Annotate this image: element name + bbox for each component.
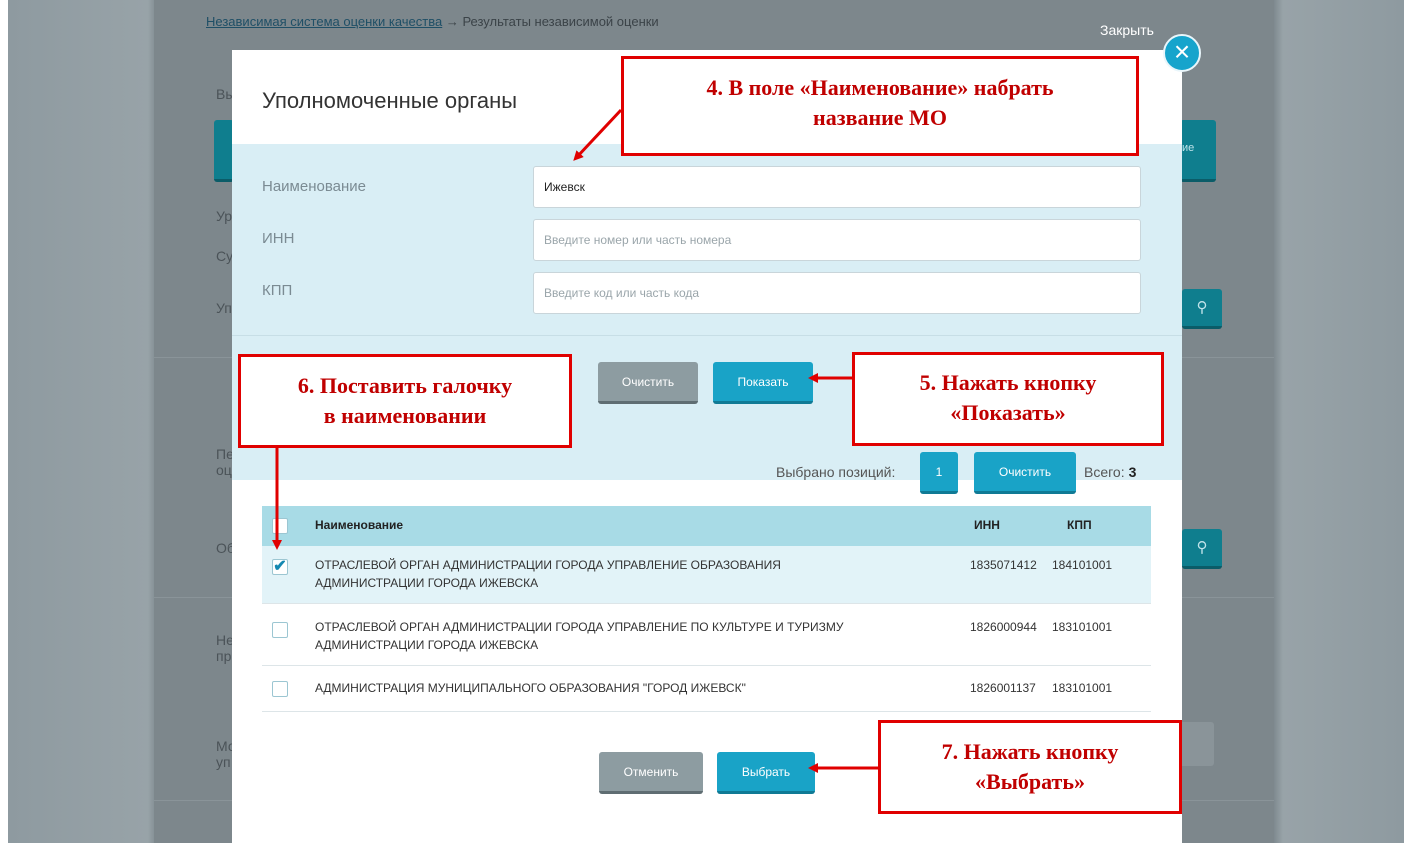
row-checkbox[interactable] (272, 622, 288, 638)
clear-filter-button[interactable]: Очистить (598, 362, 698, 404)
bg-button-text: ие (1182, 142, 1195, 154)
row-kpp: 184101001 (1052, 558, 1113, 572)
search-icon: ⚲ (1182, 289, 1222, 329)
name-label: Наименование (262, 178, 366, 195)
select-all-checkbox[interactable] (272, 518, 288, 534)
bg-label: Ур (216, 208, 233, 224)
close-label[interactable]: Закрыть (1100, 22, 1154, 38)
table-row[interactable]: АДМИНИСТРАЦИЯ МУНИЦИПАЛЬНОГО ОБРАЗОВАНИЯ… (262, 666, 1151, 712)
search-icon: ⚲ (1182, 529, 1222, 569)
inn-input[interactable] (533, 219, 1141, 261)
filter-divider (232, 335, 1182, 336)
total-label: Всего: (1084, 464, 1125, 480)
bg-label: Уп (216, 300, 232, 316)
total-count: Всего: 3 (1084, 464, 1136, 480)
total-value: 3 (1128, 464, 1137, 480)
inn-label: ИНН (262, 230, 295, 247)
row-name: ОТРАСЛЕВОЙ ОРГАН АДМИНИСТРАЦИИ ГОРОДА УП… (315, 556, 955, 592)
header-name: Наименование (315, 518, 404, 532)
bg-label: пр (216, 648, 232, 664)
row-inn: 1835071412 (970, 558, 1037, 572)
breadcrumb-link[interactable]: Независимая система оценки качества (206, 14, 442, 29)
row-name-line1: ОТРАСЛЕВОЙ ОРГАН АДМИНИСТРАЦИИ ГОРОДА УП… (315, 558, 781, 572)
clear-selection-button[interactable]: Очистить (974, 452, 1076, 494)
bg-button (214, 120, 234, 182)
row-kpp: 183101001 (1052, 681, 1113, 695)
kpp-input[interactable] (533, 272, 1141, 314)
annotation-text: «Показать» (950, 400, 1066, 425)
row-inn: 1826001137 (970, 681, 1036, 695)
annotation-step4: 4. В поле «Наименование» набрать названи… (621, 56, 1139, 156)
row-checkbox[interactable]: ✔ (272, 559, 288, 575)
selected-count-label: Выбрано позиций: (776, 464, 896, 480)
annotation-text: 4. В поле «Наименование» набрать (706, 75, 1054, 100)
annotation-text: 7. Нажать кнопку (941, 739, 1119, 764)
header-inn: ИНН (974, 518, 1000, 532)
bg-label: уп (216, 754, 231, 770)
row-name: АДМИНИСТРАЦИЯ МУНИЦИПАЛЬНОГО ОБРАЗОВАНИЯ… (315, 681, 746, 695)
row-name-line2: АДМИНИСТРАЦИИ ГОРОДА ИЖЕВСКА (315, 638, 539, 652)
bg-input (1178, 722, 1214, 766)
table-row[interactable]: ✔ ОТРАСЛЕВОЙ ОРГАН АДМИНИСТРАЦИИ ГОРОДА … (262, 546, 1151, 604)
kpp-label: КПП (262, 282, 293, 299)
selected-count-badge[interactable]: 1 (920, 452, 958, 494)
close-icon[interactable]: × (1163, 34, 1201, 72)
bg-label: Су (216, 248, 234, 264)
row-name-line2: АДМИНИСТРАЦИИ ГОРОДА ИЖЕВСКА (315, 576, 539, 590)
table-header: Наименование ИНН КПП (262, 506, 1151, 546)
annotation-text: 6. Поставить галочку (297, 373, 513, 398)
name-input[interactable] (533, 166, 1141, 208)
cancel-button[interactable]: Отменить (599, 752, 703, 794)
row-kpp: 183101001 (1052, 620, 1113, 634)
select-button[interactable]: Выбрать (717, 752, 815, 794)
annotation-text: в наименовании (323, 403, 487, 428)
row-checkbox[interactable] (272, 681, 288, 697)
show-button[interactable]: Показать (713, 362, 813, 404)
annotation-text: «Выбрать» (975, 769, 1085, 794)
bg-label: оц (216, 462, 232, 478)
annotation-step5: 5. Нажать кнопку «Показать» (852, 352, 1164, 446)
breadcrumb-current: → Результаты независимой оценки (442, 14, 659, 29)
header-kpp: КПП (1067, 518, 1092, 532)
row-name: ОТРАСЛЕВОЙ ОРГАН АДМИНИСТРАЦИИ ГОРОДА УП… (315, 618, 955, 654)
annotation-step7: 7. Нажать кнопку «Выбрать» (878, 720, 1182, 814)
modal-title: Уполномоченные органы (262, 88, 518, 113)
breadcrumb: Независимая система оценки качества → Ре… (206, 14, 659, 29)
table-row[interactable]: ОТРАСЛЕВОЙ ОРГАН АДМИНИСТРАЦИИ ГОРОДА УП… (262, 604, 1151, 666)
row-name-line1: ОТРАСЛЕВОЙ ОРГАН АДМИНИСТРАЦИИ ГОРОДА УП… (315, 620, 844, 634)
annotation-text: название МО (813, 105, 947, 130)
annotation-step6: 6. Поставить галочку в наименовании (238, 354, 572, 448)
annotation-text: 5. Нажать кнопку (919, 370, 1097, 395)
row-inn: 1826000944 (970, 620, 1037, 634)
bg-button: ие (1180, 120, 1216, 182)
